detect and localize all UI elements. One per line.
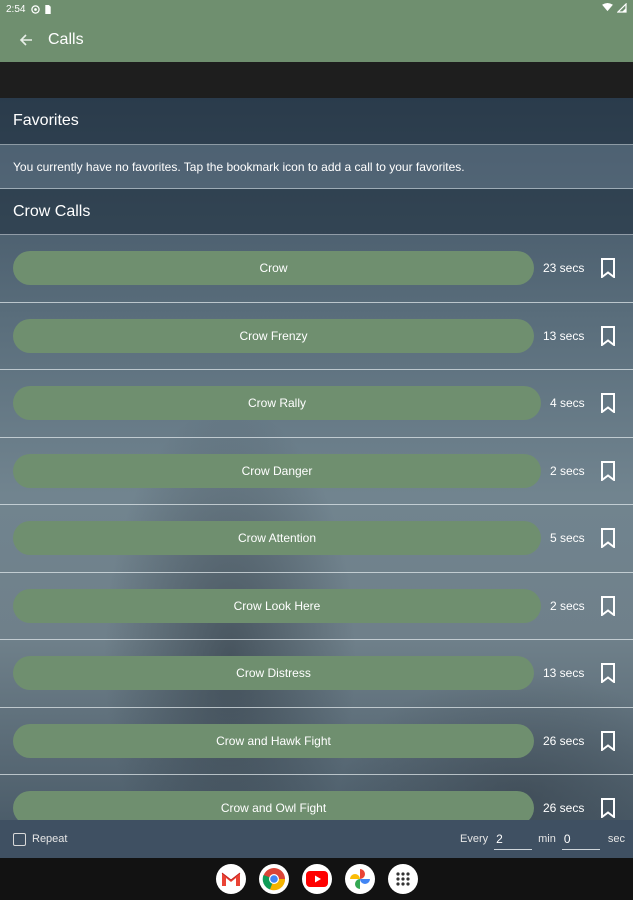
sim-status-icon	[44, 4, 53, 14]
call-play-button[interactable]: Crow Frenzy	[13, 318, 534, 353]
min-label: min	[538, 833, 556, 845]
status-time: 2:54	[6, 3, 26, 15]
call-play-button[interactable]: Crow and Hawk Fight	[13, 723, 534, 758]
call-play-button[interactable]: Crow Distress	[13, 656, 534, 691]
call-row: Crow and Owl Fight 26 secs	[0, 775, 633, 820]
call-duration: 26 secs	[543, 801, 585, 816]
battery-icon	[616, 2, 627, 16]
call-row: Crow 23 secs	[0, 235, 633, 303]
call-row: Crow Danger 2 secs	[0, 438, 633, 505]
call-row: Crow Rally 4 secs	[0, 370, 633, 438]
call-row: Crow Attention 5 secs	[0, 505, 633, 573]
repeat-label: Repeat	[32, 833, 68, 845]
favorites-empty-message: You currently have no favorites. Tap the…	[0, 145, 633, 189]
bookmark-icon[interactable]	[599, 460, 617, 482]
call-play-button[interactable]: Crow and Owl Fight	[13, 791, 534, 820]
bookmark-icon[interactable]	[599, 393, 617, 415]
gmail-icon[interactable]	[215, 864, 246, 894]
call-row: Crow Frenzy 13 secs	[0, 303, 633, 370]
call-duration: 13 secs	[543, 666, 585, 681]
app-bar: Calls	[0, 18, 633, 62]
minutes-input[interactable]	[494, 828, 533, 850]
status-bar: 2:54	[0, 0, 633, 18]
bookmark-icon[interactable]	[599, 730, 617, 752]
call-play-button[interactable]: Crow Attention	[13, 521, 541, 556]
call-row: Crow and Hawk Fight 26 secs	[0, 708, 633, 775]
favorites-header: Favorites	[0, 98, 633, 145]
page-title: Calls	[48, 31, 84, 48]
bookmark-icon[interactable]	[599, 798, 617, 820]
back-arrow-icon[interactable]	[16, 30, 36, 50]
calls-list[interactable]: Favorites You currently have no favorite…	[0, 98, 633, 820]
settings-status-icon	[31, 4, 41, 14]
call-play-button[interactable]: Crow	[13, 251, 534, 286]
call-duration: 23 secs	[543, 261, 585, 276]
seconds-input[interactable]	[561, 828, 600, 850]
call-play-button[interactable]: Crow Rally	[13, 386, 541, 421]
call-duration: 26 secs	[543, 733, 585, 748]
sec-label: sec	[607, 833, 625, 845]
photos-icon[interactable]	[344, 864, 375, 894]
call-duration: 4 secs	[550, 396, 585, 411]
call-duration: 2 secs	[550, 598, 585, 613]
bookmark-icon[interactable]	[599, 595, 617, 617]
call-play-button[interactable]: Crow Look Here	[13, 588, 541, 623]
wifi-icon	[602, 3, 613, 15]
taskbar	[0, 858, 633, 900]
bookmark-icon[interactable]	[599, 258, 617, 280]
bookmark-icon[interactable]	[599, 528, 617, 550]
call-duration: 2 secs	[550, 463, 585, 478]
chrome-icon[interactable]	[258, 864, 289, 894]
crow-calls-header: Crow Calls	[0, 189, 633, 235]
ad-banner-area	[0, 62, 633, 98]
bookmark-icon[interactable]	[599, 663, 617, 685]
bookmark-icon[interactable]	[599, 325, 617, 347]
call-row: Crow Look Here 2 secs	[0, 573, 633, 640]
every-label: Every	[460, 833, 489, 845]
call-duration: 5 secs	[550, 531, 585, 546]
app-drawer-icon[interactable]	[387, 864, 418, 894]
call-row: Crow Distress 13 secs	[0, 640, 633, 708]
repeat-checkbox[interactable]	[13, 832, 26, 846]
call-duration: 13 secs	[543, 328, 585, 343]
call-play-button[interactable]: Crow Danger	[13, 453, 541, 488]
youtube-icon[interactable]	[301, 864, 332, 894]
repeat-controls: Repeat Every min sec	[0, 820, 633, 858]
